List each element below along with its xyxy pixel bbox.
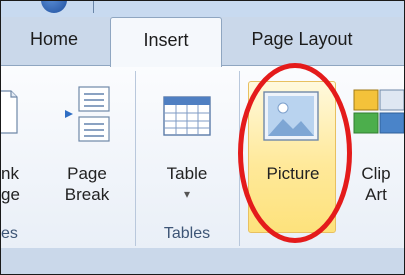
- chevron-down-icon[interactable]: ▾: [155, 184, 219, 205]
- table-button[interactable]: Table ▾: [155, 163, 219, 205]
- tab-insert[interactable]: Insert: [110, 17, 222, 67]
- word-ribbon-window: Home Insert Page Layout nk ge Page Break…: [0, 0, 405, 275]
- group-divider: [135, 71, 136, 246]
- office-orb-icon[interactable]: [41, 1, 67, 13]
- blank-page-icon: [1, 90, 18, 134]
- document-area: [1, 248, 404, 274]
- annotation-circle: [238, 63, 352, 243]
- pages-group-label: es: [1, 225, 18, 242]
- quick-access-toolbar: [1, 1, 404, 17]
- blank-page-label[interactable]: nk ge: [1, 163, 27, 205]
- page-break-button[interactable]: Page Break: [55, 163, 119, 205]
- tables-group-label: Tables: [163, 225, 211, 242]
- clip-art-button[interactable]: Clip Art: [347, 163, 404, 205]
- clip-art-icon: [353, 89, 404, 134]
- page-break-icon: [65, 86, 110, 142]
- table-grid-icon: [163, 96, 211, 136]
- tab-home[interactable]: Home: [1, 17, 107, 65]
- toolbar-divider: [93, 1, 94, 13]
- tab-page-layout[interactable]: Page Layout: [227, 17, 377, 65]
